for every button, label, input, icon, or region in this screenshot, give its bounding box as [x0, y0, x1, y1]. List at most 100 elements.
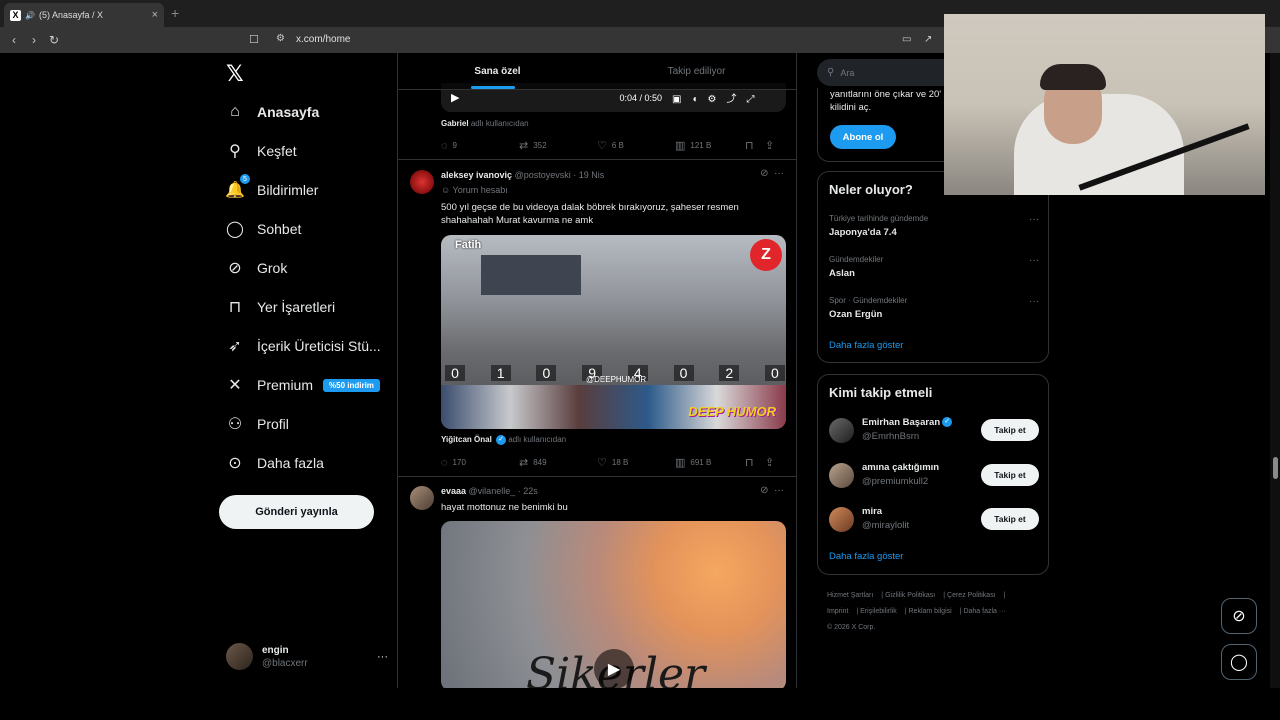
follow-button[interactable]: Takip et [981, 508, 1039, 530]
reload-icon[interactable]: ↻ [44, 33, 64, 47]
home-icon: ⌂ [230, 103, 240, 120]
follow-button[interactable]: Takip et [981, 419, 1039, 441]
nav-grok[interactable]: ⊘ Grok [224, 253, 287, 283]
post-author-handle[interactable]: @postoyevski [515, 170, 571, 180]
post-video[interactable]: Fatih Z 0 1 0 9 4 0 2 0 @DEEPHUMOR DEEP … [441, 235, 786, 429]
verified-icon: ✓ [942, 417, 953, 428]
views-button[interactable]: ▥ 691 B [675, 456, 745, 469]
account-switcher[interactable]: engin @blacxerr ··· [226, 643, 396, 670]
post-video[interactable]: Sikerler ▶ [441, 521, 786, 688]
bookmark-button[interactable]: ⊓ [745, 139, 765, 152]
share-button[interactable]: ⇪ [765, 139, 779, 152]
repost-button[interactable]: ⇄ 352 [519, 139, 597, 152]
brand-logo: Z [750, 239, 782, 271]
account-label: ☺ Yorum hesabı [441, 185, 508, 195]
suggestion-handle: @EmrhnBsrn [862, 431, 920, 442]
nav-bookmarks[interactable]: ⊓ Yer İşaretleri [224, 292, 335, 322]
trend-item[interactable]: Spor · Gündemdekiler Ozan Ergün ··· [829, 296, 1039, 320]
url-field[interactable]: x.com/home [296, 34, 350, 45]
play-icon[interactable]: ▶ [451, 91, 459, 104]
nav-notifications[interactable]: 🔔 5 Bildirimler [224, 174, 318, 205]
follow-suggestion[interactable]: mira @miraylolit Takip et [829, 504, 1039, 534]
more-icon[interactable]: ··· [1029, 255, 1039, 266]
footer-link[interactable]: Çerez Politikası [947, 592, 996, 599]
trend-item[interactable]: Gündemdekiler Aslan ··· [829, 255, 1039, 279]
footer-link[interactable]: Reklam bilgisi [909, 608, 952, 615]
more-icon[interactable]: ··· [1029, 214, 1039, 225]
play-icon[interactable]: ▶ [594, 649, 634, 688]
more-icon[interactable]: ··· [1029, 296, 1039, 307]
repost-button[interactable]: ⇄ 849 [519, 456, 597, 469]
grok-float-button[interactable]: ⊘ [1221, 598, 1257, 634]
footer-link[interactable]: Hizmet Şartları [827, 592, 873, 599]
bookmark-page-icon[interactable]: ☐ [249, 33, 259, 46]
post-menu[interactable]: ⊘ ··· [760, 485, 784, 496]
cast-icon[interactable]: ▭ [902, 34, 911, 45]
post-author-name[interactable]: evaaa [441, 486, 466, 496]
post-time[interactable]: · 22s [518, 486, 538, 496]
footer-link[interactable]: Imprint [827, 608, 848, 615]
post-menu[interactable]: ⊘ ··· [760, 168, 784, 179]
subscribe-button[interactable]: Abone ol [830, 125, 896, 149]
close-icon[interactable]: × [152, 9, 158, 21]
media-deep-humor-logo: DEEP HUMOR [688, 404, 776, 419]
follow-suggestion[interactable]: amına çaktığımın @premiumkull2 Takip et [829, 460, 1039, 490]
post-author-name[interactable]: aleksey ivanoviç [441, 170, 512, 180]
post-button[interactable]: Gönderi yayınla [219, 495, 374, 529]
nav-home[interactable]: ⌂ Anasayfa [224, 97, 319, 127]
browser-tab[interactable]: X 🔊 (5) Anasayfa / X × [4, 3, 164, 27]
post-author-handle[interactable]: @vilanelle_ [469, 486, 516, 496]
bookmark-button[interactable]: ⊓ [745, 456, 765, 469]
avatar[interactable] [410, 486, 434, 510]
share-icon: ⇪ [765, 140, 775, 152]
show-more-link[interactable]: Daha fazla göster [829, 340, 903, 351]
avatar[interactable] [410, 170, 434, 194]
more-icon[interactable]: ··· [377, 651, 388, 663]
label-icon: ☺ [441, 185, 451, 195]
tab-for-you[interactable]: Sana özel [398, 53, 597, 89]
new-tab-button[interactable]: + [171, 5, 179, 21]
nav-more[interactable]: ⊙ Daha fazla [224, 448, 324, 478]
player-controls-icons[interactable]: ▣◖⚙⤴⤢ [672, 90, 764, 105]
follow-suggestion[interactable]: Emirhan Başaran ✓ @EmrhnBsrn Takip et [829, 415, 1039, 445]
nav-profile[interactable]: ⚇ Profil [224, 409, 289, 439]
divider [398, 159, 796, 160]
nav-chat[interactable]: ◯ Sohbet [224, 214, 301, 244]
nav-explore[interactable]: ⚲ Keşfet [224, 136, 297, 166]
footer-link[interactable]: Daha fazla ··· [963, 608, 1005, 615]
trend-item[interactable]: Türkiye tarihinde gündemde Japonya'da 7.… [829, 214, 1039, 238]
site-info-icon[interactable]: ⚙ [276, 33, 285, 44]
like-button[interactable]: ♡ 6 B [597, 139, 675, 152]
chat-float-button[interactable]: ◯ [1221, 644, 1257, 680]
x-logo-icon: X [10, 9, 21, 21]
reply-icon: ◌ [441, 139, 448, 152]
tab-following[interactable]: Takip ediliyor [597, 53, 796, 89]
nav-premium[interactable]: ✕ Premium %50 indirim [224, 370, 380, 400]
share-icon[interactable]: ↗ [924, 34, 932, 45]
back-icon[interactable]: ‹ [4, 33, 24, 47]
scrollbar[interactable] [1270, 53, 1280, 688]
forward-icon[interactable]: › [24, 33, 44, 47]
trend-context: Spor · Gündemdekiler [829, 296, 908, 305]
repost-count: 849 [533, 458, 547, 467]
footer-link[interactable]: Erişilebilirlik [860, 608, 897, 615]
source-name[interactable]: Gabriel [441, 119, 469, 128]
follow-button[interactable]: Takip et [981, 464, 1039, 486]
premium-discount-tag: %50 indirim [323, 378, 380, 392]
speaker-icon[interactable]: 🔊 [25, 11, 35, 20]
reply-button[interactable]: ◌ 170 [441, 457, 519, 469]
show-more-link[interactable]: Daha fazla göster [829, 551, 903, 562]
nav-creator-studio[interactable]: ➶ İçerik Üreticisi Stü... [224, 331, 380, 361]
footer-link[interactable]: Gizlilik Politikası [885, 592, 935, 599]
nav-label: Yer İşaretleri [257, 299, 336, 315]
post-time[interactable]: · 19 Nis [573, 170, 604, 180]
webcam-overlay [944, 14, 1265, 195]
views-button[interactable]: ▥ 121 B [675, 139, 745, 152]
post-text: 500 yıl geçse de bu videoya dalak böbrek… [441, 202, 739, 226]
reply-button[interactable]: ◌ 9 [441, 140, 519, 152]
scrollbar-thumb[interactable] [1273, 457, 1278, 479]
x-logo-icon[interactable]: 𝕏 [226, 61, 244, 87]
like-button[interactable]: ♡ 18 B [597, 456, 675, 469]
source-name[interactable]: Yiğitcan Önal [441, 435, 492, 444]
share-button[interactable]: ⇪ [765, 456, 779, 469]
